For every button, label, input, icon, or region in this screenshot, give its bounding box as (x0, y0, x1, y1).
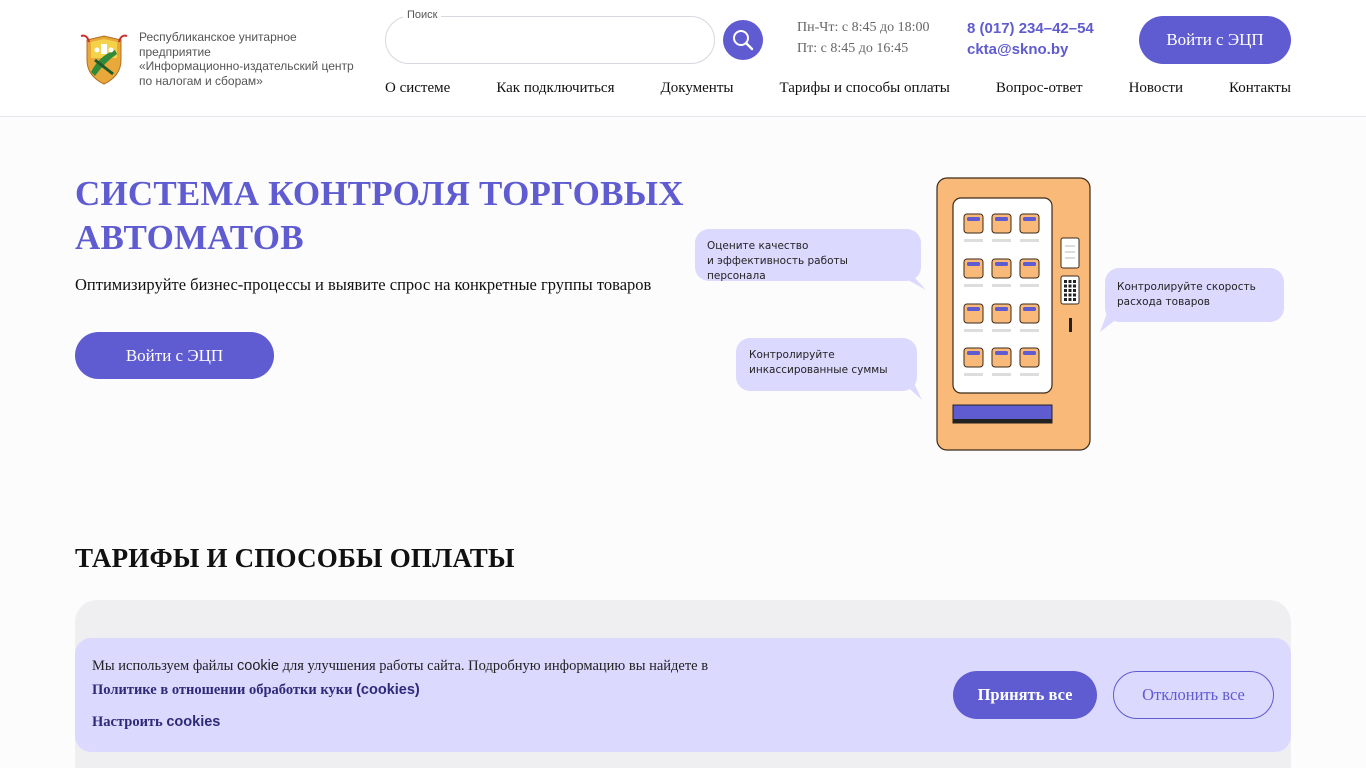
hero-title: СИСТЕМА КОНТРОЛЯ ТОРГОВЫХ АВТОМАТОВ (75, 172, 695, 260)
bubble-text: инкассированные суммы (749, 364, 888, 376)
working-hours: Пн-Чт: с 8:45 до 18:00 Пт: с 8:45 до 16:… (797, 17, 930, 59)
hero-login-ecp-button[interactable]: Войти с ЭЦП (75, 332, 274, 379)
hero-title-line: АВТОМАТОВ (75, 218, 304, 257)
cookie-settings-text[interactable]: Настроить (92, 714, 166, 730)
bubble-text: Оцените качество (707, 240, 809, 252)
nav-item-contacts[interactable]: Контакты (1229, 80, 1291, 97)
cookie-message: Мы используем файлы cookie для улучшения… (92, 658, 708, 675)
org-name-line: «Информационно-издательский центр (139, 59, 354, 73)
search-button[interactable] (723, 20, 763, 60)
tariffs-heading: ТАРИФЫ И СПОСОБЫ ОПЛАТЫ (75, 543, 515, 573)
speech-bubble-cash: Контролируйте инкассированные суммы (736, 338, 917, 391)
speech-bubble-speed: Контролируйте скорость расхода товаров (1105, 268, 1284, 322)
org-name-line: по налогам и сборам» (139, 73, 263, 88)
cookie-message-text: cookie (237, 658, 279, 674)
accept-all-cookies-button[interactable]: Принять все (953, 671, 1097, 719)
hero-subtitle: Оптимизируйте бизнес-процессы и выявите … (75, 275, 652, 294)
nav-item-about[interactable]: О системе (385, 80, 450, 97)
nav-item-documents[interactable]: Документы (661, 80, 734, 97)
org-name-line: Республиканское унитарное (139, 30, 297, 44)
nav-item-how-to-connect[interactable]: Как подключиться (496, 80, 614, 97)
phone-link[interactable]: 8 (017) 234–42–54 (967, 18, 1094, 39)
organization-name: Республиканское унитарное предприятие «И… (139, 30, 369, 88)
search-label: Поиск (403, 9, 442, 21)
hours-weekdays: Пн-Чт: с 8:45 до 18:00 (797, 20, 930, 35)
nav-item-tariffs[interactable]: Тарифы и способы оплаты (779, 80, 949, 97)
login-ecp-button[interactable]: Войти с ЭЦП (1139, 16, 1291, 64)
contacts-block: 8 (017) 234–42–54 ckta@skno.by (967, 18, 1094, 60)
cookie-banner: Мы используем файлы cookie для улучшения… (75, 638, 1291, 752)
speech-bubble-quality: Оцените качество и эффективность работы … (695, 229, 921, 282)
email-link[interactable]: ckta@skno.by (967, 39, 1094, 60)
main-nav: О системе Как подключиться Документы Тар… (385, 80, 1291, 97)
cookie-policy-link-text[interactable]: Политике в отношении обработки куки (92, 682, 356, 698)
cookie-settings-text[interactable]: cookies (166, 714, 220, 730)
org-name-line: предприятие (139, 44, 211, 59)
hero-title-line: СИСТЕМА КОНТРОЛЯ ТОРГОВЫХ (75, 174, 684, 213)
nav-item-faq[interactable]: Вопрос-ответ (996, 80, 1083, 97)
cookie-policy-link-text[interactable]: (cookies) (356, 682, 420, 698)
search-field[interactable] (385, 16, 715, 64)
bubble-text: и эффективность работы персонала (707, 255, 848, 282)
cookie-settings-link[interactable]: Настроить cookies (92, 714, 220, 731)
cookie-policy-link[interactable]: Политике в отношении обработки куки (coo… (92, 682, 420, 699)
bubble-text: расхода товаров (1117, 296, 1210, 308)
nav-item-news[interactable]: Новости (1129, 80, 1183, 97)
site-header: Республиканское унитарное предприятие «И… (0, 0, 1366, 117)
search-input[interactable] (386, 17, 714, 63)
cookie-message-text: Мы используем файлы (92, 658, 238, 674)
bubble-text: Контролируйте (749, 349, 835, 361)
cookie-message-text: для улучшения работы сайта. Подробную ин… (278, 658, 709, 674)
decline-all-cookies-button[interactable]: Отклонить все (1113, 671, 1274, 719)
hours-friday: Пт: с 8:45 до 16:45 (797, 41, 909, 56)
vending-machine-illustration: Оцените качество и эффективность работы … (690, 170, 1290, 460)
emblem-logo-icon[interactable] (77, 30, 131, 86)
search-icon (733, 30, 754, 51)
bubble-text: Контролируйте скорость (1117, 281, 1256, 293)
